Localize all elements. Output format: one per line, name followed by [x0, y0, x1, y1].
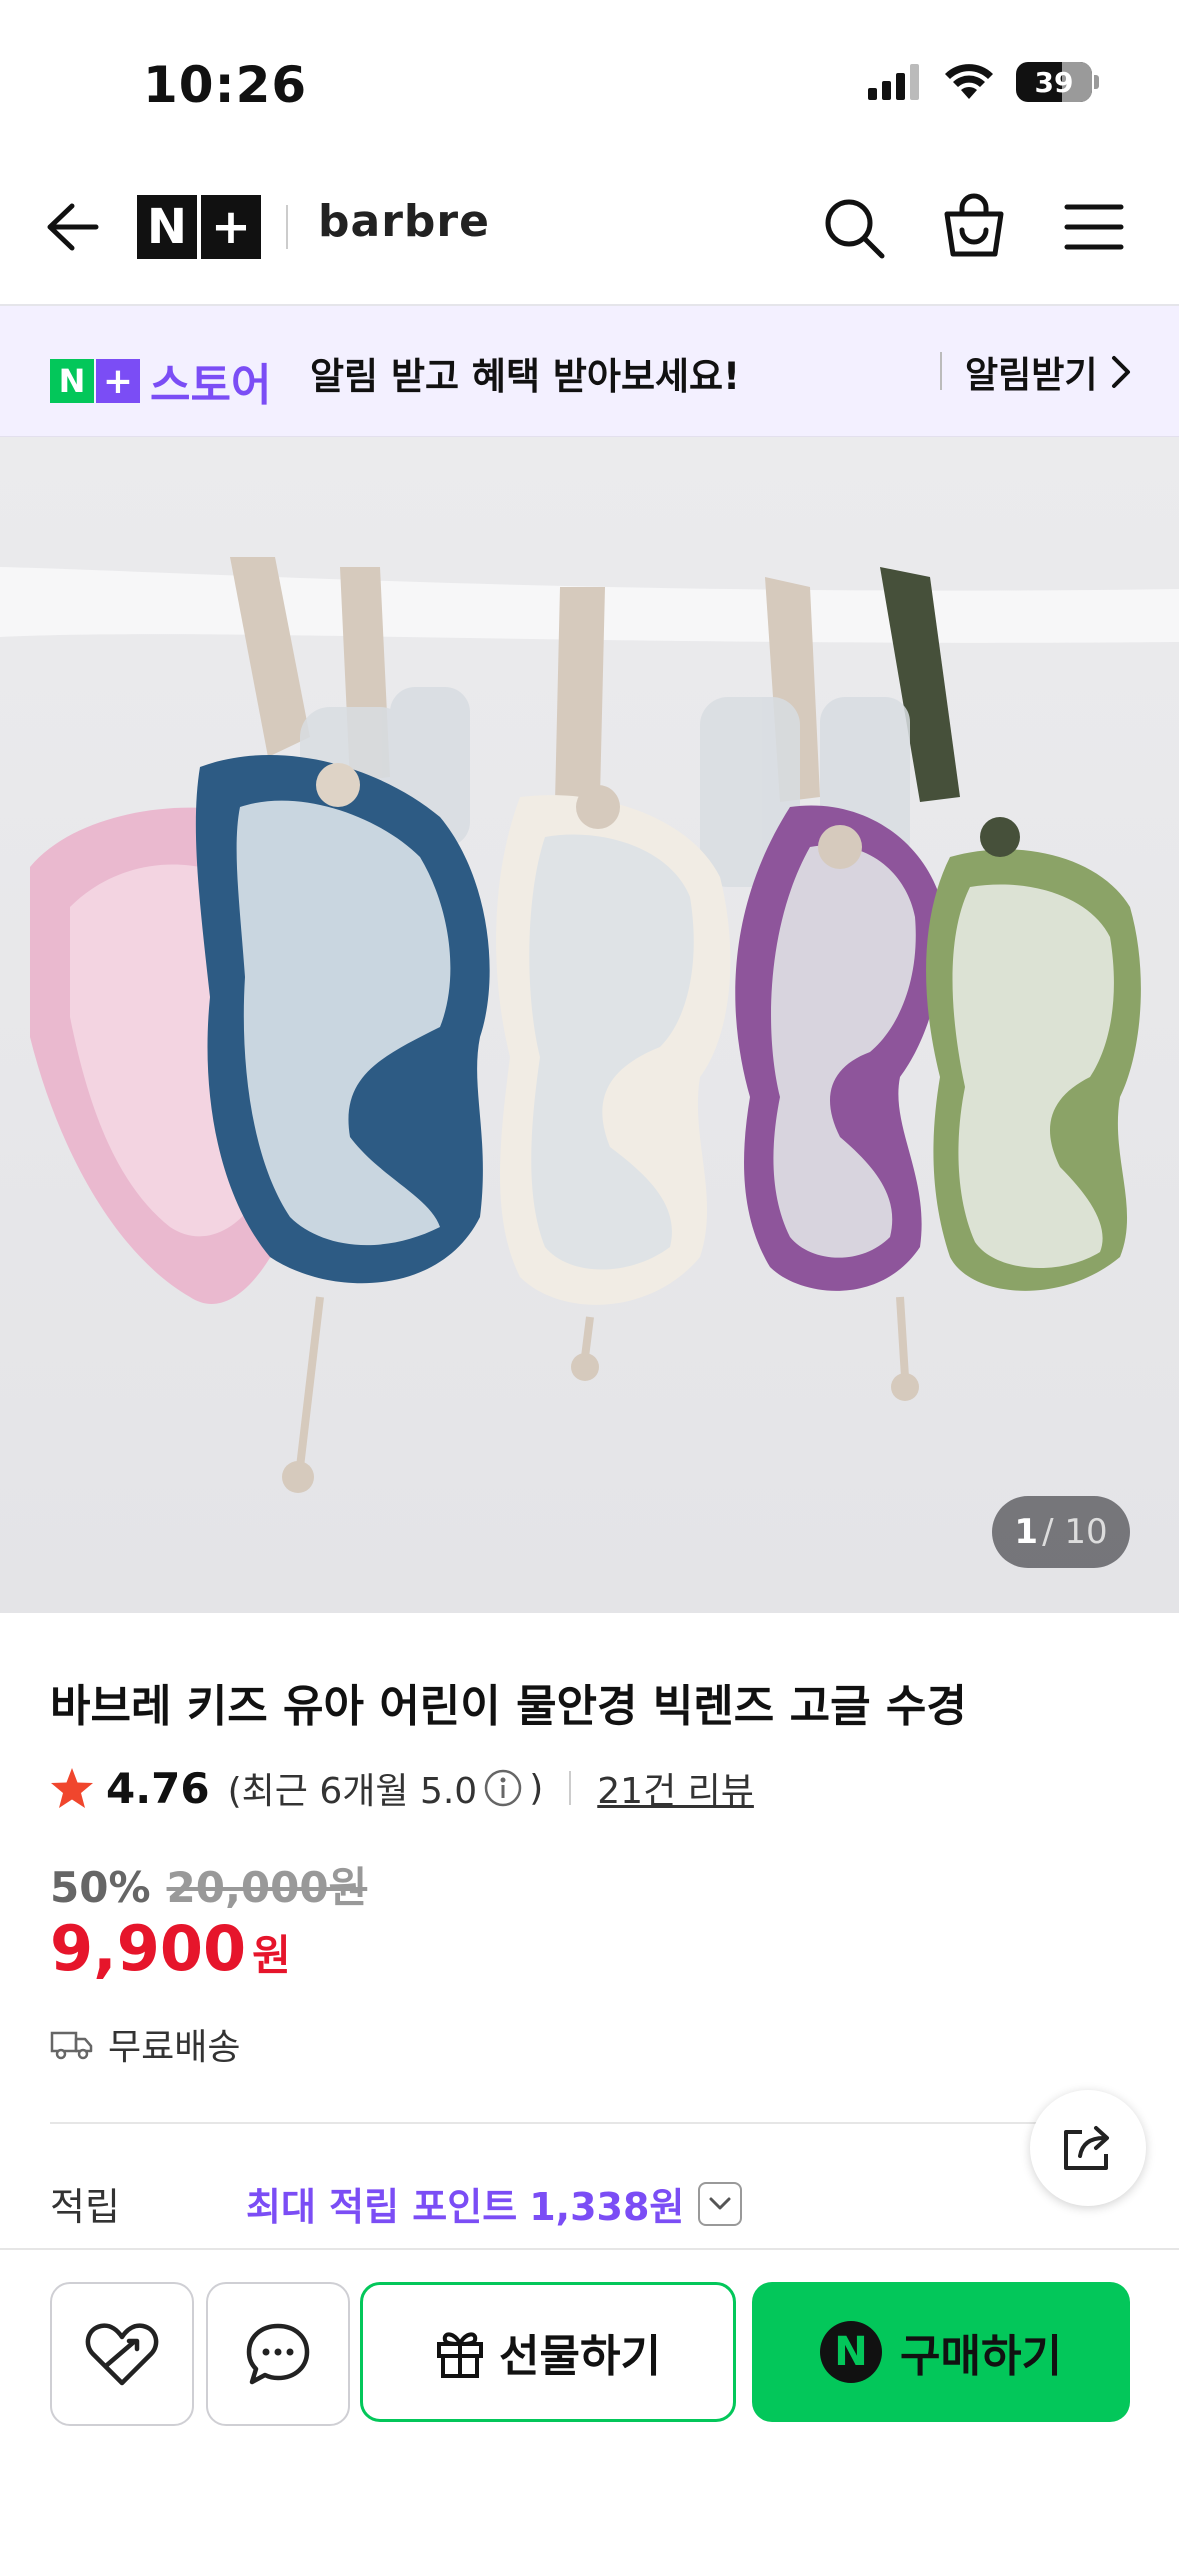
points-dropdown[interactable]: 최대 적립 포인트 1,338원 [246, 2176, 743, 2231]
original-price: 20,000원 [166, 1863, 368, 1912]
points-value: 1,338원 [529, 2185, 685, 2229]
logo-plus: + [201, 195, 261, 259]
notification-subscribe-label: 알림받기 [965, 355, 1098, 396]
naver-pay-icon: N [820, 2321, 883, 2383]
header-divider [286, 205, 288, 249]
points-prefix: 최대 적립 포인트 [246, 2185, 518, 2229]
chevron-right-icon [1112, 356, 1131, 388]
sale-price: 9,900 원 [50, 1912, 291, 1985]
section-divider [50, 2122, 1130, 2124]
discount-row: 50% 20,000원 [50, 1854, 367, 1915]
discount-percent: 50% [50, 1863, 151, 1912]
notification-subscribe-button[interactable]: 알림받기 [965, 346, 1131, 398]
search-icon[interactable] [822, 196, 886, 260]
share-button[interactable] [1030, 2090, 1146, 2206]
shopping-bag-icon[interactable] [942, 192, 1006, 258]
gift-label: 선물하기 [499, 2331, 661, 2382]
image-counter: 1 / 10 [992, 1496, 1130, 1568]
rating-row: 4.76 (최근 6개월 5.0 ) 21건 리뷰 [50, 1762, 754, 1814]
naver-plus-store-logo: N + 스토어 [50, 349, 271, 413]
star-icon [51, 1768, 93, 1808]
price-value: 9,900 [50, 1912, 247, 1985]
logo-n: N [137, 195, 197, 259]
buy-label: 구매하기 [900, 2331, 1062, 2382]
recent-rating-close: ) [529, 1767, 544, 1809]
wishlist-button[interactable] [50, 2282, 194, 2426]
battery-icon: 39 [1016, 62, 1099, 102]
points-label: 적립 [50, 2185, 120, 2229]
delivery-truck-icon [50, 2031, 93, 2060]
wifi-icon [945, 64, 993, 99]
info-icon[interactable] [483, 1768, 523, 1808]
image-counter-current: 1 [1014, 1512, 1039, 1552]
recent-rating-text: (최근 6개월 5.0 [227, 1771, 478, 1812]
status-time: 10:26 [143, 56, 308, 114]
chat-bubble-icon [246, 2323, 310, 2385]
chat-inquiry-button[interactable] [206, 2282, 350, 2426]
product-image-gallery[interactable] [0, 437, 1179, 1613]
naver-plus-logo[interactable]: N + [137, 195, 261, 259]
gift-icon [437, 2332, 484, 2378]
rating-value: 4.76 [106, 1763, 210, 1813]
shipping-info: 무료배송 [50, 2018, 240, 2070]
buy-button[interactable]: N 구매하기 [752, 2282, 1130, 2422]
rating-divider [569, 1771, 572, 1805]
product-title: 바브레 키즈 유아 어린이 물안경 빅렌즈 고글 수경 [50, 1681, 967, 1732]
banner-logo-text: 스토어 [150, 360, 272, 411]
brand-name[interactable]: barbre [318, 196, 490, 247]
shipping-label: 무료배송 [108, 2027, 241, 2068]
heart-icon [85, 2323, 159, 2386]
review-count-link[interactable]: 21건 리뷰 [597, 1762, 754, 1814]
product-photo [0, 437, 1179, 1613]
battery-level: 39 [1034, 65, 1074, 99]
menu-icon[interactable] [1064, 202, 1124, 252]
banner-divider [940, 352, 942, 390]
image-counter-total: / 10 [1042, 1512, 1108, 1552]
share-icon [1064, 2126, 1109, 2170]
gift-button[interactable]: 선물하기 [360, 2282, 736, 2422]
status-icons: 39 [868, 62, 1099, 102]
banner-logo-n: N [50, 359, 94, 403]
cellular-signal-icon [868, 64, 919, 100]
banner-message: 알림 받고 혜택 받아보세요! [310, 355, 740, 398]
price-unit: 원 [252, 1931, 291, 1980]
banner-logo-plus: + [96, 359, 140, 403]
chevron-down-icon [698, 2181, 743, 2226]
recent-rating: (최근 6개월 5.0 ) [228, 1762, 544, 1814]
back-arrow-icon[interactable] [42, 198, 100, 256]
